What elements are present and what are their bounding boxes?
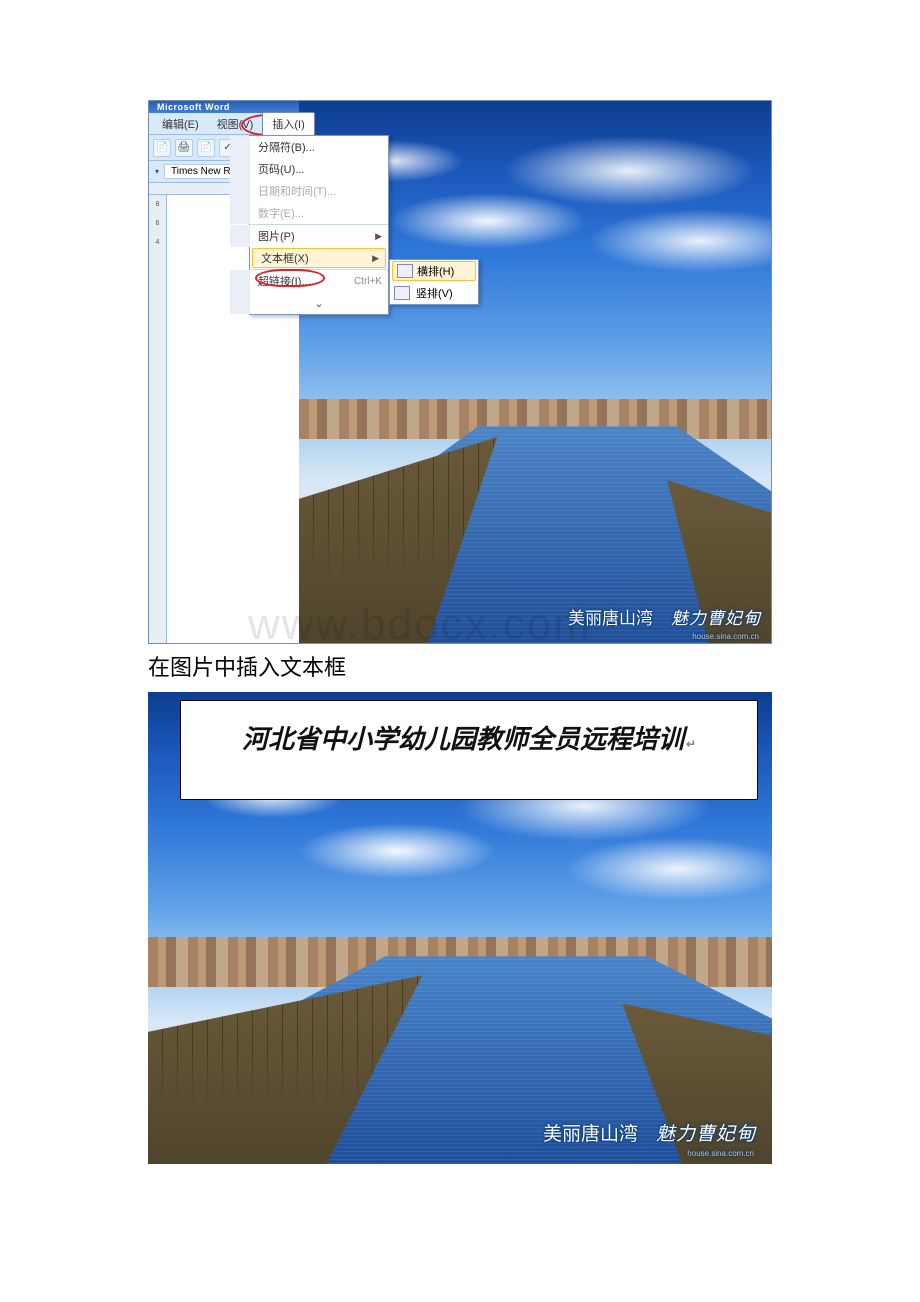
caption-right: 魅力曹妃甸: [671, 604, 761, 629]
image-caption: 美丽唐山湾 魅力曹妃甸 house.sina.com.cn: [543, 1119, 756, 1146]
menu-item-break[interactable]: 分隔符(B)...: [230, 136, 388, 158]
caption-left: 美丽唐山湾: [568, 604, 653, 629]
submenu-label: 竖排(V): [416, 285, 453, 301]
caption-source: house.sina.com.cn: [692, 632, 759, 641]
image-caption: 美丽唐山湾 魅力曹妃甸 house.sina.com.cn: [568, 604, 761, 629]
menu-item-textbox[interactable]: 文本框(X) ▶: [252, 248, 386, 268]
caption-left: 美丽唐山湾: [543, 1119, 638, 1146]
inserted-textbox[interactable]: 河北省中小学幼儿园教师全员远程培训↵: [180, 700, 758, 800]
submenu-arrow-icon: ▶: [372, 253, 379, 264]
ruler-tick: 6: [156, 220, 160, 227]
submenu-arrow-icon: ▶: [375, 231, 382, 242]
menu-label: 图片(P): [258, 228, 295, 244]
menu-insert[interactable]: 插入(I): [262, 112, 314, 136]
textbox-vertical-icon: [394, 286, 410, 300]
menu-expand-icon[interactable]: ⌄: [230, 292, 388, 314]
menu-label: 文本框(X): [261, 250, 309, 266]
textbox-text: 河北省中小学幼儿园教师全员远程培训: [242, 725, 684, 754]
menu-item-datetime[interactable]: 日期和时间(T)...: [230, 180, 388, 202]
menu-item-pagenum[interactable]: 页码(U)...: [230, 158, 388, 180]
menu-item-hyperlink[interactable]: 超链接(I)... Ctrl+K: [230, 270, 388, 292]
body-caption: 在图片中插入文本框: [148, 650, 346, 682]
ruler-tick: 8: [156, 201, 160, 208]
menu-edit[interactable]: 编辑(E): [153, 113, 208, 135]
textbox-submenu[interactable]: 横排(H) 竖排(V): [389, 259, 479, 305]
submenu-label: 横排(H): [417, 263, 454, 279]
chevron-down-icon: ⌄: [314, 297, 323, 310]
ruler-vertical: 8 6 4: [149, 195, 167, 643]
doc-icon[interactable]: 📄: [197, 139, 215, 157]
menu-item-picture[interactable]: 图片(P) ▶: [230, 225, 388, 247]
word-window: Microsoft Word 编辑(E) 视图(V) 插入(I) 格式(O) 工…: [148, 100, 772, 644]
print-preview-icon[interactable]: 📄: [153, 139, 171, 157]
submenu-horizontal[interactable]: 横排(H): [392, 261, 476, 281]
textbox-content: 河北省中小学幼儿园教师全员远程培训↵: [242, 719, 696, 756]
caption-source: house.sina.com.cn: [687, 1149, 754, 1158]
insert-dropdown[interactable]: 分隔符(B)... 页码(U)... 日期和时间(T)... 数字(E)... …: [249, 135, 389, 315]
print-icon[interactable]: 🖨: [175, 139, 193, 157]
paragraph-mark-icon: ↵: [686, 737, 696, 751]
font-name-field[interactable]: Times New R: [164, 164, 238, 179]
caption-right: 魅力曹妃甸: [656, 1119, 756, 1146]
style-arrow-icon[interactable]: ▾: [153, 167, 161, 176]
textbox-horizontal-icon: [397, 264, 413, 278]
menu-label: 超链接(I)...: [258, 273, 311, 289]
shortcut-text: Ctrl+K: [354, 276, 382, 287]
menu-item-number[interactable]: 数字(E)...: [230, 202, 388, 224]
figure-word-window: Microsoft Word 编辑(E) 视图(V) 插入(I) 格式(O) 工…: [148, 100, 772, 644]
ruler-tick: 4: [156, 239, 160, 246]
submenu-vertical[interactable]: 竖排(V): [390, 282, 478, 304]
menu-view[interactable]: 视图(V): [208, 113, 263, 135]
figure-result-image: 美丽唐山湾 魅力曹妃甸 house.sina.com.cn 河北省中小学幼儿园教…: [148, 692, 772, 1164]
